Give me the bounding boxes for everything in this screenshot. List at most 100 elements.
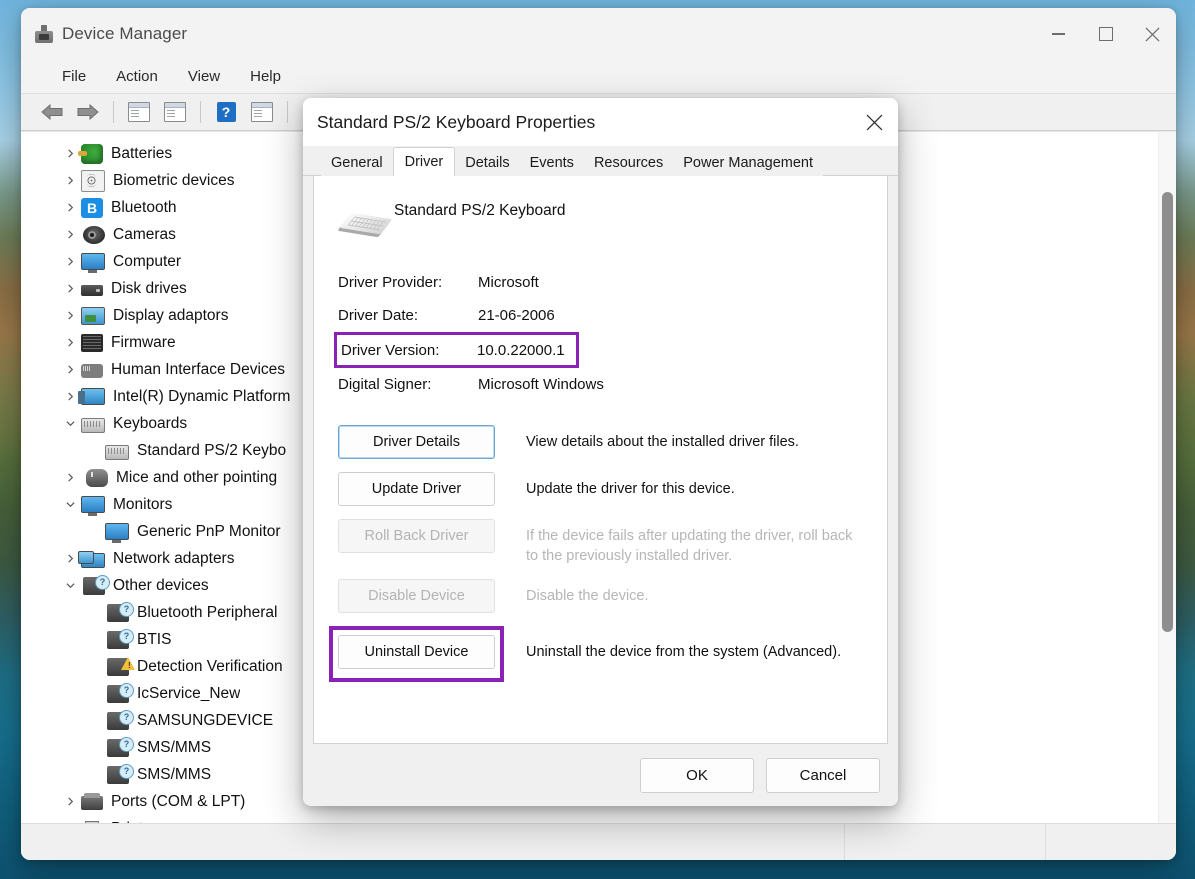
tree-item-label: Network adapters [113, 549, 235, 567]
driver-action-row: Disable Device Disable the device. [338, 579, 863, 613]
warning-device-icon [107, 656, 135, 676]
dialog-title: Standard PS/2 Keyboard Properties [317, 111, 596, 132]
mouse-icon [86, 468, 108, 487]
menu-item-help[interactable]: Help [237, 65, 294, 88]
device-manager-icon [35, 25, 53, 43]
menu-item-view[interactable]: View [175, 65, 233, 88]
driver-action-description: Uninstall the device from the system (Ad… [526, 644, 842, 660]
cancel-button[interactable]: Cancel [766, 757, 880, 793]
tree-item-label: Mice and other pointing [116, 468, 278, 486]
tree-item-label: IcService_New [137, 684, 241, 702]
chevron-right-icon[interactable] [59, 203, 81, 212]
dialog-tabs[interactable]: General Driver Details Events Resources Power… [303, 146, 898, 177]
back-arrow-icon[interactable] [35, 97, 69, 127]
menu-item-file[interactable]: File [49, 65, 99, 88]
window-title-bar: Device Manager [21, 8, 1176, 60]
driver-info-value: 10.0.22000.1 [477, 341, 565, 359]
monitor-icon [105, 523, 129, 543]
tab-events[interactable]: Events [519, 150, 584, 176]
window-controls [1035, 8, 1176, 60]
tree-item-label: Bluetooth Peripheral [137, 603, 278, 621]
driver-action-description: View details about the installed driver … [526, 434, 799, 450]
tree-item-label: SMS/MMS [137, 765, 212, 783]
dialog-footer: OK Cancel [303, 744, 898, 806]
chevron-down-icon[interactable] [59, 500, 81, 509]
driver-tab-panel: Standard PS/2 Keyboard Driver Provider: M… [313, 176, 888, 744]
update-driver-button[interactable]: Update Driver [338, 472, 495, 506]
maximize-icon[interactable] [1082, 8, 1129, 60]
tree-item-label: Monitors [113, 495, 173, 513]
tree-item-label: SAMSUNGDEVICE [137, 711, 274, 729]
ok-button[interactable]: OK [640, 757, 754, 793]
bluetooth-icon: B [81, 197, 103, 218]
chevron-right-icon[interactable] [59, 284, 81, 293]
disk-drive-icon [81, 285, 103, 296]
tree-item-label: Other devices [113, 576, 209, 594]
properties-icon[interactable] [158, 97, 192, 127]
tree-item-label: SMS/MMS [137, 738, 212, 756]
chevron-right-icon[interactable] [59, 257, 81, 266]
chevron-right-icon[interactable] [59, 797, 81, 806]
tree-scrollbar-thumb[interactable] [1162, 192, 1173, 632]
computer-icon [81, 253, 105, 273]
port-icon [81, 793, 103, 810]
tree-item-label: BTIS [137, 630, 172, 648]
show-hide-console-tree-icon[interactable] [122, 97, 156, 127]
tab-power-management[interactable]: Power Management [673, 150, 824, 176]
intel-platform-icon [78, 388, 105, 405]
toolbar-separator [113, 101, 114, 123]
driver-info-row: Driver Date: 21-06-2006 [338, 299, 863, 332]
network-adapter-icon [78, 550, 105, 568]
tab-general[interactable]: General [321, 150, 393, 176]
tree-scrollbar[interactable] [1158, 132, 1176, 823]
tree-item-label: Biometric devices [113, 171, 235, 189]
chevron-right-icon[interactable] [59, 176, 81, 185]
tree-item-label: Batteries [111, 144, 173, 162]
keyboard-icon [81, 417, 105, 433]
chevron-right-icon[interactable] [59, 473, 81, 482]
driver-info-label: Digital Signer: [338, 376, 432, 393]
scan-for-hardware-changes-icon[interactable] [245, 97, 279, 127]
chevron-right-icon[interactable] [59, 230, 81, 239]
chevron-right-icon[interactable] [59, 311, 81, 320]
close-icon[interactable] [850, 98, 898, 146]
tree-item-label: Standard PS/2 Keybo [137, 441, 287, 459]
tree-item-label: Display adaptors [113, 306, 229, 324]
driver-action-row: Roll Back Driver If the device fails afte… [338, 519, 863, 566]
tree-item-label: Disk drives [111, 279, 187, 297]
firmware-icon [81, 333, 103, 352]
tab-resources[interactable]: Resources [583, 150, 674, 176]
chevron-down-icon[interactable] [59, 419, 81, 428]
menu-item-action[interactable]: Action [103, 65, 171, 88]
dialog-title-bar: Standard PS/2 Keyboard Properties [303, 98, 898, 146]
driver-version-row-highlighted: Driver Version: 10.0.22000.1 [334, 332, 579, 368]
minimize-icon[interactable] [1035, 8, 1082, 60]
status-bar-cell [844, 824, 1045, 860]
display-adapter-icon [81, 306, 105, 325]
tree-item-label: Human Interface Devices [111, 360, 286, 378]
driver-info-label: Driver Version: [341, 341, 440, 359]
driver-info-row: Digital Signer: Microsoft Windows [338, 368, 863, 401]
unknown-device-icon [107, 682, 134, 703]
disable-device-button: Disable Device [338, 579, 495, 613]
driver-action-description: If the device fails after updating the d… [526, 528, 853, 564]
uninstall-device-button[interactable]: Uninstall Device [338, 635, 495, 669]
driver-action-row: Update Driver Update the driver for this … [338, 472, 863, 506]
help-icon[interactable]: ? [209, 97, 243, 127]
tree-item-label: Firmware [111, 333, 176, 351]
chevron-right-icon[interactable] [59, 365, 81, 374]
tree-item[interactable]: Print queues [21, 815, 1176, 823]
driver-details-button[interactable]: Driver Details [338, 425, 495, 459]
toolbar-separator [200, 101, 201, 123]
driver-info-list: Driver Provider: Microsoft Driver Date: 21-… [334, 266, 863, 401]
tab-driver[interactable]: Driver [392, 147, 456, 177]
chevron-down-icon[interactable] [59, 581, 81, 590]
chevron-right-icon[interactable] [59, 338, 81, 347]
window-title: Device Manager [62, 24, 188, 43]
tab-details[interactable]: Details [455, 150, 520, 176]
close-icon[interactable] [1129, 8, 1176, 60]
status-bar [21, 823, 1176, 860]
unknown-device-icon [107, 736, 134, 757]
fingerprint-icon [81, 169, 105, 192]
forward-arrow-icon[interactable] [71, 97, 105, 127]
